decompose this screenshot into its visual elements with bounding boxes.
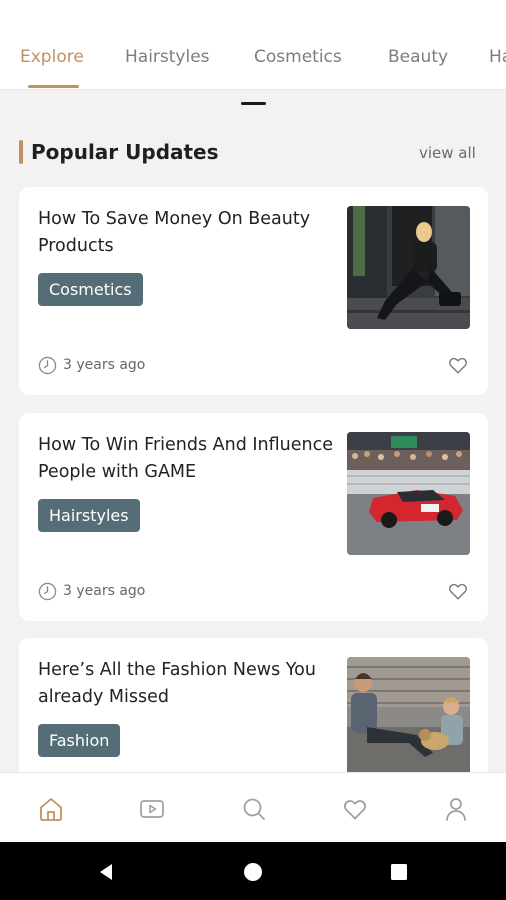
section-accent-bar — [19, 140, 23, 164]
woman-sitting-on-steps-photo — [347, 206, 470, 329]
view-all-link[interactable]: view all — [419, 144, 476, 162]
article-tag[interactable]: Fashion — [38, 724, 121, 757]
article-tag[interactable]: Hairstyles — [38, 499, 140, 532]
active-tab-indicator — [28, 85, 79, 88]
section-header: Popular Updates view all — [0, 130, 506, 174]
bottom-navigation — [0, 772, 506, 842]
system-navigation-bar — [0, 842, 506, 900]
article-meta: 3 years ago — [38, 355, 145, 375]
scroll-indicator — [241, 102, 266, 105]
home-circle-icon[interactable] — [241, 860, 265, 884]
section-title: Popular Updates — [31, 140, 219, 164]
article-time: 3 years ago — [63, 583, 146, 599]
article-tag[interactable]: Cosmetics — [38, 273, 143, 306]
profile-icon[interactable] — [442, 795, 470, 823]
search-icon[interactable] — [240, 795, 268, 823]
recents-icon[interactable] — [387, 860, 411, 884]
article-meta: 3 years ago — [38, 581, 145, 601]
favorite-heart-icon[interactable] — [447, 580, 469, 602]
article-title: Here’s All the Fashion News You already … — [38, 660, 316, 707]
article-card[interactable]: How To Save Money On Beauty Products Cos… — [19, 187, 488, 395]
article-card[interactable]: How To Win Friends And Influence People … — [19, 413, 488, 621]
article-thumbnail[interactable] — [347, 432, 470, 555]
heart-icon[interactable] — [341, 795, 369, 823]
article-thumbnail[interactable] — [347, 206, 470, 329]
video-icon[interactable] — [138, 795, 166, 823]
article-thumbnail[interactable] — [347, 657, 470, 780]
article-title: How To Save Money On Beauty Products — [38, 209, 311, 256]
tab-partial[interactable]: Ha — [489, 47, 506, 67]
tab-cosmetics[interactable]: Cosmetics — [254, 47, 342, 67]
tab-beauty[interactable]: Beauty — [388, 47, 448, 67]
home-icon[interactable] — [37, 795, 65, 823]
favorite-heart-icon[interactable] — [447, 354, 469, 376]
article-title: How To Win Friends And Influence People … — [38, 435, 334, 482]
top-tab-bar: Explore Hairstyles Cosmetics Beauty Ha — [0, 0, 506, 90]
friends-with-dog-photo — [347, 657, 470, 780]
article-time: 3 years ago — [63, 357, 146, 373]
back-icon[interactable] — [94, 860, 118, 884]
red-race-car-drifting-photo — [347, 432, 470, 555]
clock-icon — [38, 582, 57, 600]
tab-explore[interactable]: Explore — [20, 47, 84, 67]
tab-hairstyles[interactable]: Hairstyles — [125, 47, 210, 67]
clock-icon — [38, 356, 57, 374]
